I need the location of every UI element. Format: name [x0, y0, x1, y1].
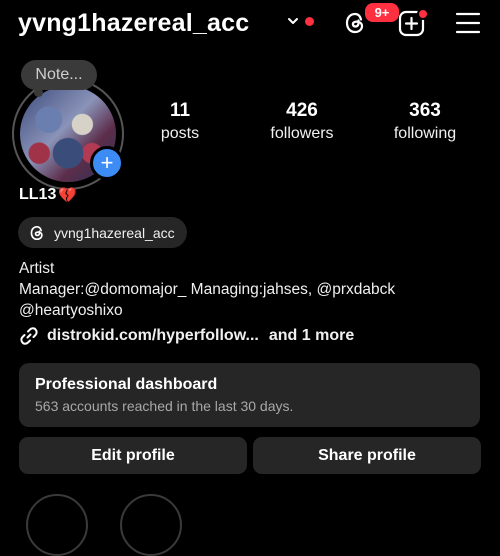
bio-line: Artist [19, 260, 55, 277]
story-highlight[interactable] [26, 494, 88, 556]
stat-followers-value: 426 [286, 100, 318, 121]
threads-notification-badge: 9+ [363, 1, 401, 24]
account-switcher-username[interactable]: yvng1hazereal_acc [18, 9, 249, 38]
display-name: LL13 💔 [19, 186, 77, 204]
bio: Artist Manager:@domomajor_ Managing:jahs… [19, 258, 489, 321]
link-more[interactable]: and 1 more [269, 327, 354, 345]
link-url[interactable]: distrokid.com/hyperfollow... [47, 327, 259, 345]
create-notification-dot [417, 8, 429, 20]
stat-posts-label: posts [160, 125, 200, 142]
account-notification-dot [305, 17, 314, 26]
stat-following-value: 363 [409, 100, 441, 121]
professional-dashboard-card[interactable]: Professional dashboard 563 accounts reac… [19, 363, 480, 427]
display-name-text: LL13 [19, 186, 57, 203]
stat-posts[interactable]: 11 posts [125, 99, 235, 145]
top-bar: yvng1hazereal_acc 9+ [0, 0, 500, 48]
add-story-icon[interactable]: + [90, 146, 124, 180]
bio-line[interactable]: Manager:@domomajor_ Managing:jahses, @pr… [19, 279, 489, 300]
stat-following-label: following [393, 125, 457, 142]
stat-followers[interactable]: 426 followers [247, 99, 357, 145]
link-icon [20, 327, 38, 345]
note-bubble[interactable]: Note... [21, 60, 97, 90]
dashboard-title: Professional dashboard [35, 376, 218, 393]
threads-icon [30, 225, 43, 240]
bio-line[interactable]: @heartyoshixo [19, 300, 489, 321]
external-links[interactable]: distrokid.com/hyperfollow... and 1 more [19, 326, 354, 346]
dashboard-subtitle: 563 accounts reached in the last 30 days… [35, 398, 294, 414]
threads-handle: yvng1hazereal_acc [54, 224, 175, 241]
edit-profile-button[interactable]: Edit profile [19, 437, 247, 474]
chevron-down-icon[interactable] [286, 14, 300, 28]
stat-posts-value: 11 [169, 100, 191, 121]
menu-icon[interactable] [455, 11, 481, 35]
threads-profile-link[interactable]: yvng1hazereal_acc [18, 217, 187, 248]
broken-heart-emoji: 💔 [58, 187, 78, 204]
share-profile-button[interactable]: Share profile [253, 437, 481, 474]
stat-following[interactable]: 363 following [370, 99, 480, 145]
stat-followers-label: followers [270, 125, 334, 142]
story-highlight[interactable] [120, 494, 182, 556]
